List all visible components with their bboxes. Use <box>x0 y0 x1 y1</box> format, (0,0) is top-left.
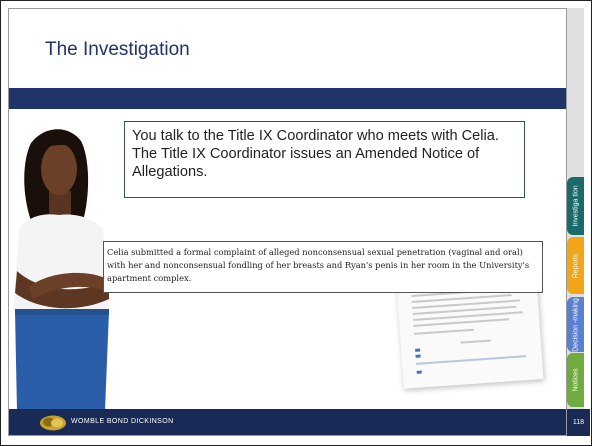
tab-notices-label: Notices <box>572 368 579 392</box>
tab-decision-making-label: Decision -making <box>572 297 579 352</box>
tab-reports-label: Reports <box>572 253 579 278</box>
tab-notices[interactable]: Notices <box>567 353 584 407</box>
womble-logo-icon <box>40 415 66 431</box>
footer-bar: WOMBLE BOND DICKINSON <box>9 409 566 435</box>
tab-investigation-label: Investiga tion <box>572 185 579 227</box>
slide-canvas: The Investigation You talk to the Title … <box>8 8 567 436</box>
complaint-excerpt: Celia submitted a formal complaint of al… <box>103 241 543 293</box>
tab-investigation[interactable]: Investiga tion <box>567 177 584 235</box>
narration-callout: You talk to the Title IX Coordinator who… <box>124 121 525 198</box>
title-underline-bar <box>9 88 566 109</box>
tab-decision-making[interactable]: Decision -making <box>567 297 584 352</box>
page-number: 118 <box>567 409 590 436</box>
tab-reports[interactable]: Reports <box>567 237 584 294</box>
brand-name: WOMBLE BOND DICKINSON <box>71 418 174 425</box>
slide-title: The Investigation <box>45 39 190 60</box>
